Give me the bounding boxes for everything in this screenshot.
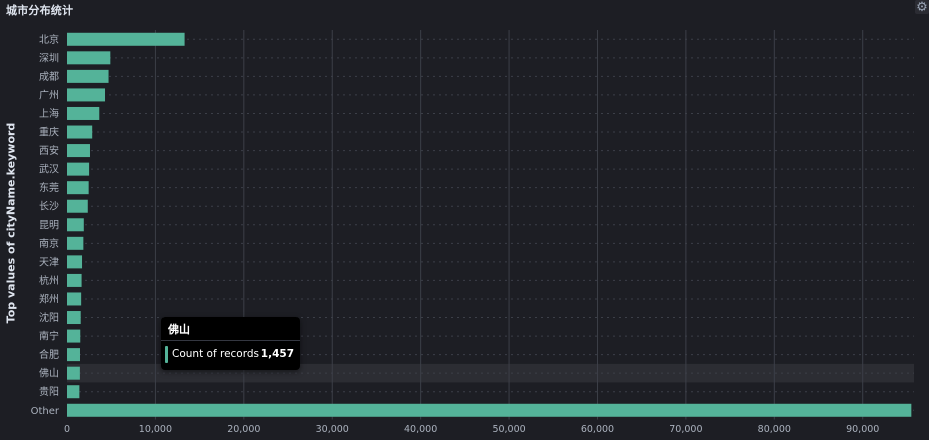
y-tick-labels: 北京深圳成都广州上海重庆西安武汉东莞长沙昆明南京天津杭州郑州沈阳南宁合肥佛山贵阳… bbox=[31, 33, 60, 417]
bar[interactable] bbox=[67, 32, 185, 46]
bar[interactable] bbox=[67, 273, 82, 287]
tooltip-series-value: 1,457 bbox=[260, 348, 294, 360]
y-tick-label: 杭州 bbox=[39, 274, 59, 287]
x-tick-label: 50,000 bbox=[492, 424, 525, 435]
bar[interactable] bbox=[67, 403, 912, 417]
y-tick-label: 南京 bbox=[39, 237, 59, 250]
bar[interactable] bbox=[67, 69, 109, 83]
bar[interactable] bbox=[67, 236, 84, 250]
x-tick-label: 60,000 bbox=[581, 424, 614, 435]
bar[interactable] bbox=[67, 292, 82, 306]
y-tick-label: Other bbox=[31, 406, 60, 417]
tooltip-series-swatch bbox=[165, 346, 168, 363]
tooltip-series-label: Count of records bbox=[172, 348, 259, 360]
tooltip-title: 佛山 bbox=[168, 323, 190, 336]
x-tick-label: 40,000 bbox=[404, 424, 437, 435]
y-tick-label: 天津 bbox=[39, 256, 59, 268]
x-tick-label: 70,000 bbox=[669, 424, 702, 435]
bar[interactable] bbox=[67, 329, 81, 343]
bar[interactable] bbox=[67, 311, 81, 325]
bar[interactable] bbox=[67, 106, 100, 120]
y-tick-label: 昆明 bbox=[39, 219, 59, 231]
tooltip: 佛山 Count of records 1,457 bbox=[161, 317, 300, 370]
bar[interactable] bbox=[67, 181, 89, 195]
bar[interactable] bbox=[67, 348, 80, 362]
y-tick-label: 上海 bbox=[39, 107, 59, 120]
bar[interactable] bbox=[67, 218, 84, 232]
y-tick-label: 贵阳 bbox=[39, 385, 59, 398]
y-tick-label: 北京 bbox=[39, 33, 59, 46]
y-tick-label: 佛山 bbox=[39, 367, 59, 380]
x-tick-label: 0 bbox=[64, 424, 70, 435]
y-tick-label: 沈阳 bbox=[39, 311, 59, 324]
x-tick-labels: 0 10,000 20,000 30,000 40,000 50,000 60,000 70,… bbox=[64, 424, 879, 435]
bar[interactable] bbox=[67, 51, 111, 65]
bar[interactable] bbox=[67, 88, 106, 102]
y-tick-label: 东莞 bbox=[39, 181, 59, 194]
x-tick-label: 80,000 bbox=[758, 424, 791, 435]
x-tick-label: 90,000 bbox=[846, 424, 879, 435]
y-tick-label: 深圳 bbox=[39, 52, 59, 64]
bar[interactable] bbox=[67, 125, 93, 139]
y-tick-label: 郑州 bbox=[39, 292, 59, 305]
y-tick-label: 广州 bbox=[39, 89, 59, 101]
y-tick-label: 重庆 bbox=[39, 126, 59, 139]
y-tick-label: 西安 bbox=[39, 144, 59, 157]
y-tick-label: 成都 bbox=[39, 71, 59, 83]
bar-chart: 北京深圳成都广州上海重庆西安武汉东莞长沙昆明南京天津杭州郑州沈阳南宁合肥佛山贵阳… bbox=[31, 30, 914, 435]
bar[interactable] bbox=[67, 144, 90, 158]
y-tick-label: 长沙 bbox=[39, 201, 59, 213]
x-tick-label: 30,000 bbox=[316, 424, 349, 435]
y-tick-label: 武汉 bbox=[39, 163, 59, 176]
bar[interactable] bbox=[67, 162, 90, 176]
bar[interactable] bbox=[67, 199, 88, 213]
bar[interactable] bbox=[67, 255, 83, 269]
bar[interactable] bbox=[67, 385, 80, 399]
tooltip-divider bbox=[161, 340, 300, 341]
y-tick-label: 合肥 bbox=[39, 348, 59, 361]
y-tick-label: 南宁 bbox=[39, 330, 59, 343]
x-tick-label: 10,000 bbox=[139, 424, 172, 435]
x-tick-label: 20,000 bbox=[227, 424, 260, 435]
bar[interactable] bbox=[67, 366, 80, 380]
